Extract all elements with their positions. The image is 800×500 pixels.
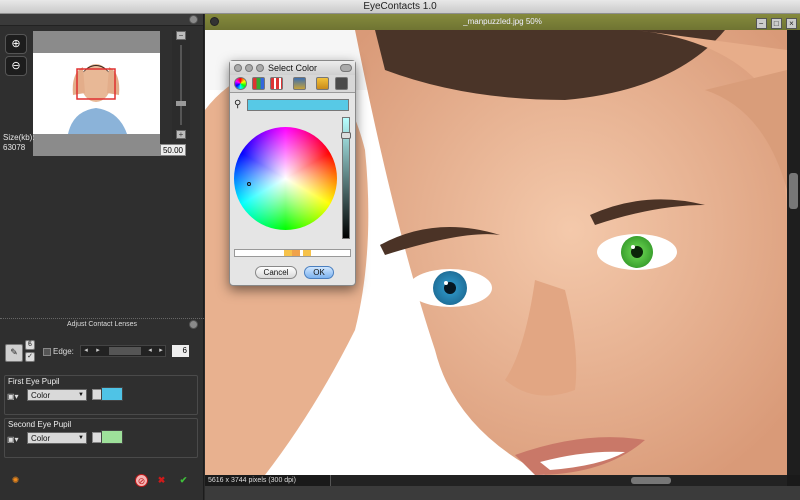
brush-icon: ϐ <box>27 341 33 348</box>
lens-tool-button[interactable]: ✎ <box>5 344 23 362</box>
zoom-field[interactable]: 50.00 <box>160 144 186 156</box>
app-window: EyeContacts 1.0 ⊕ ⊖ − + Size(kb): 63078 … <box>0 0 800 500</box>
adjust-section-header: Adjust Contact Lenses <box>0 318 204 330</box>
zoom-out-icon: ⊖ <box>11 60 21 72</box>
first-eye-panel: First Eye Pupil ▣▾ Color ▼ <box>4 375 198 415</box>
first-eye-mode-select[interactable]: Color ▼ <box>27 389 87 401</box>
color-wheel[interactable] <box>234 127 337 230</box>
check-tool-button[interactable]: ✓ <box>25 352 35 362</box>
check-small-icon: ✓ <box>27 353 33 360</box>
zoom-in-button[interactable]: ⊕ <box>5 34 27 54</box>
swatch-yellow-2[interactable] <box>303 250 311 256</box>
select-color-dialog: Select Color ⚲ Cancel OK <box>229 60 356 286</box>
edge-slider-track[interactable] <box>109 347 141 355</box>
brightness-slider-knob[interactable] <box>341 132 351 139</box>
checkmark-icon[interactable]: ✔ <box>177 474 190 487</box>
image-palettes-tab[interactable] <box>293 77 306 90</box>
panel-options-icon[interactable] <box>189 15 198 24</box>
second-eye-panel: Second Eye Pupil ▣▾ Color ▼ <box>4 418 198 458</box>
dialog-title: Select Color <box>267 63 318 73</box>
custom-palette-tab[interactable] <box>335 77 348 90</box>
selected-color-preview <box>247 99 349 111</box>
edge-slider-step-left[interactable]: ▸ <box>93 346 103 356</box>
adjust-section-title: Adjust Contact Lenses <box>66 321 138 328</box>
zoom-slider-minus[interactable]: − <box>176 31 186 40</box>
eyedropper-icon: ✎ <box>10 347 18 357</box>
size-label: Size(kb): <box>3 133 35 142</box>
navigator-header <box>0 14 203 26</box>
dialog-zoom-button[interactable] <box>256 64 264 72</box>
first-eye-title: First Eye Pupil <box>8 377 60 386</box>
edge-slider-left-arrow[interactable]: ◂ <box>81 346 91 356</box>
edge-checkbox[interactable] <box>43 348 51 356</box>
brightness-slider[interactable] <box>341 117 351 239</box>
horizontal-scroll-thumb[interactable] <box>631 477 671 484</box>
zoom-out-button[interactable]: ⊖ <box>5 56 27 76</box>
zoom-slider-plus[interactable]: + <box>176 130 186 139</box>
second-eye-mode-icon[interactable]: ▣▾ <box>7 435 25 445</box>
navigator-preview[interactable] <box>33 31 160 156</box>
zoom-slider[interactable]: − + <box>172 31 190 139</box>
swatch-yellow[interactable] <box>284 250 292 256</box>
first-eye-mode-value: Color <box>31 391 51 400</box>
reset-icon[interactable]: ⊘ <box>135 474 148 487</box>
second-eye-color-swatch[interactable] <box>101 430 123 444</box>
zoom-slider-thumb[interactable] <box>176 101 186 106</box>
horizontal-scrollbar[interactable] <box>330 475 787 486</box>
chevron-down-icon: ▼ <box>78 435 84 441</box>
zoom-slider-track[interactable] <box>180 45 182 125</box>
navigator-thumbnail[interactable] <box>33 53 160 134</box>
cancel-icon[interactable]: ✖ <box>155 474 168 487</box>
size-value: 63078 <box>3 143 26 152</box>
color-wheel-cursor[interactable] <box>247 182 251 186</box>
first-eye-mode-icon[interactable]: ▣▾ <box>7 392 25 402</box>
edge-label: Edge: <box>53 347 74 356</box>
sliders-tab[interactable] <box>252 77 265 90</box>
edge-slider[interactable]: ◂ ▸ ◂ ▸ <box>80 345 166 357</box>
maximize-button[interactable]: □ <box>770 18 782 29</box>
palettes-tab[interactable] <box>270 77 283 90</box>
navigator-strip-bottom <box>33 134 160 156</box>
edge-slider-right-arrow[interactable]: ▸ <box>156 346 166 356</box>
swatch-orange[interactable] <box>292 250 300 256</box>
navigator-strip-top <box>33 31 160 53</box>
size-info: Size(kb): 63078 <box>3 133 35 153</box>
minimize-button[interactable]: − <box>755 18 767 29</box>
swatch-strip[interactable] <box>234 249 351 257</box>
second-eye-title: Second Eye Pupil <box>8 420 72 429</box>
dialog-minimize-button[interactable] <box>245 64 253 72</box>
left-panel: ⊕ ⊖ − + Size(kb): 63078 50.00 Adjust Con… <box>0 14 204 500</box>
image-dimensions: 5616 x 3744 pixels (300 dpi) <box>208 477 296 484</box>
dialog-close-button[interactable] <box>234 64 242 72</box>
vertical-scrollbar[interactable] <box>787 30 800 475</box>
ok-button[interactable]: OK <box>304 266 334 279</box>
bottom-actions: ✺ ⊘ ✖ ✔ <box>0 474 204 494</box>
gear-icon[interactable]: ✺ <box>9 474 22 487</box>
zoom-in-icon: ⊕ <box>11 38 21 50</box>
window-title: EyeContacts 1.0 <box>0 0 800 14</box>
edge-toolbar: ✎ ϐ ✓ Edge: ◂ ▸ ◂ ▸ 6 <box>0 340 204 366</box>
color-picker-tabs <box>230 75 355 93</box>
vertical-scroll-thumb[interactable] <box>789 173 798 209</box>
cancel-button[interactable]: Cancel <box>255 266 297 279</box>
chevron-down-icon: ▼ <box>78 392 84 398</box>
dialog-toolbar-toggle[interactable] <box>340 64 352 72</box>
second-eye-mode-value: Color <box>31 434 51 443</box>
edge-value-field[interactable]: 6 <box>172 345 189 357</box>
document-titlebar: _manpuzzled.jpg 50% − □ × <box>205 14 800 30</box>
magnifier-icon[interactable]: ⚲ <box>234 99 241 110</box>
crayons-tab[interactable] <box>316 77 329 90</box>
document-icon <box>210 17 219 26</box>
first-eye-color-swatch[interactable] <box>101 387 123 401</box>
edge-slider-step-right[interactable]: ◂ <box>145 346 155 356</box>
brush-tool-button[interactable]: ϐ <box>25 340 35 350</box>
second-eye-mode-select[interactable]: Color ▼ <box>27 432 87 444</box>
dialog-titlebar: Select Color <box>230 61 355 75</box>
color-wheel-tab[interactable] <box>234 77 247 90</box>
document-title: _manpuzzled.jpg 50% <box>463 17 542 26</box>
close-button[interactable]: × <box>786 18 797 29</box>
section-options-icon[interactable] <box>189 320 198 329</box>
